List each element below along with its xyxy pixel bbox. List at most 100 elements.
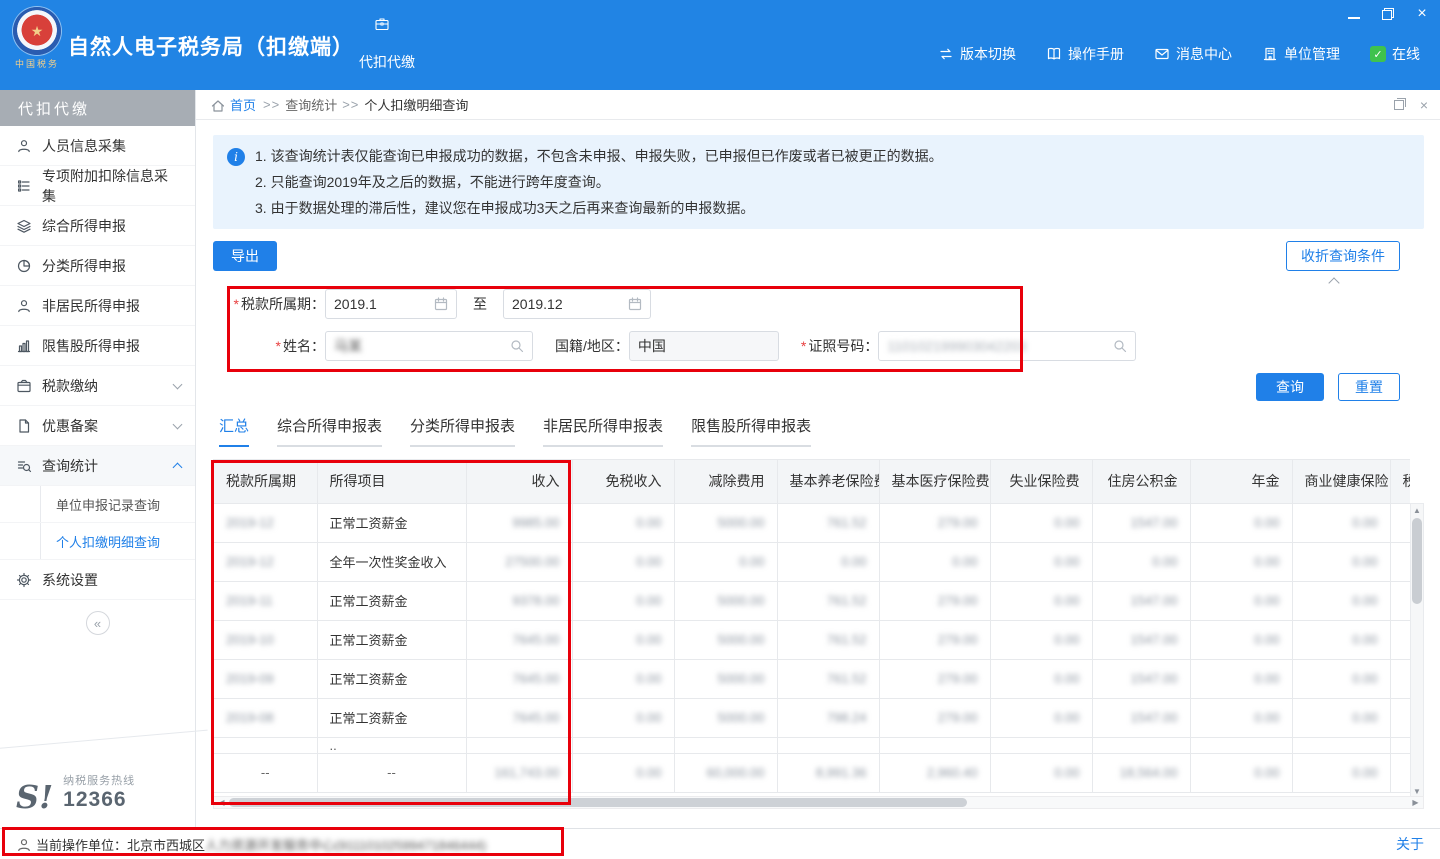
page-close-icon[interactable] — [1420, 97, 1428, 113]
breadcrumb-section[interactable]: 查询统计 — [285, 95, 337, 114]
nationality-input[interactable]: 中国 — [629, 331, 779, 361]
cell-amount: 0.00 — [1292, 542, 1390, 581]
online-status[interactable]: 在线 — [1370, 44, 1420, 64]
table-row[interactable]: 2019-09正常工资薪金7645.000.005000.00761.52279… — [214, 659, 1410, 698]
vertical-scroll-thumb[interactable] — [1412, 518, 1422, 604]
sidebar-item-nonresident-income[interactable]: 非居民所得申报 — [0, 286, 195, 326]
cell-amount: 7645.00 — [466, 659, 572, 698]
sidebar-item-preferential-filing[interactable]: 优惠备案 — [0, 406, 195, 446]
cell-amount: 0.00 — [990, 620, 1092, 659]
vertical-scrollbar[interactable]: ▲ ▼ — [1410, 503, 1424, 799]
online-check-icon — [1370, 46, 1386, 62]
cell-amount: 279.00 — [879, 698, 990, 737]
menu-operation-manual[interactable]: 操作手册 — [1046, 44, 1124, 64]
nationality-label: 国籍/地区： — [555, 336, 629, 356]
window-controls — [1346, 4, 1430, 24]
sidebar-item-label: 专项附加扣除信息采集 — [42, 166, 181, 206]
cell-period: 2019-12 — [214, 503, 317, 542]
to-label: 至 — [473, 294, 487, 314]
menu-version-switch[interactable]: 版本切换 — [938, 44, 1016, 64]
period-end-value: 2019.12 — [512, 296, 563, 312]
toolbar: 导出 收折查询条件 — [213, 241, 1424, 271]
column-header-cell: 所得项目 — [317, 460, 466, 503]
period-start-value: 2019.1 — [334, 296, 377, 312]
table-row[interactable]: 2019-10正常工资薪金7645.000.005000.00761.52279… — [214, 620, 1410, 659]
reset-button[interactable]: 重置 — [1338, 373, 1400, 401]
sidebar-item-special-deduction[interactable]: 专项附加扣除信息采集 — [0, 166, 195, 206]
sidebar-item-query-statistics[interactable]: 查询统计 — [0, 446, 195, 486]
cell-amount: 0.00 — [572, 698, 674, 737]
cell-amount: 761.52 — [777, 503, 879, 542]
menu-label: 版本切换 — [960, 44, 1016, 64]
restore-button[interactable] — [1380, 6, 1396, 22]
scroll-up-arrow[interactable]: ▲ — [1413, 504, 1421, 517]
id-number-input[interactable]: 110102199903042203 — [878, 331, 1136, 361]
chevron-down-icon — [173, 419, 183, 429]
horizontal-scrollbar[interactable]: ◀ ▶ — [213, 796, 1424, 809]
tab-summary[interactable]: 汇总 — [219, 415, 249, 447]
table-row[interactable]: 2019-08正常工资薪金7645.000.005000.00798.24279… — [214, 698, 1410, 737]
horizontal-scroll-thumb[interactable] — [229, 798, 967, 807]
sidebar-item-unit-declare-query[interactable]: 单位申报记录查询 — [0, 486, 195, 523]
cell-amount: 7645.00 — [466, 620, 572, 659]
current-unit-label: 当前操作单位： — [36, 835, 127, 854]
tab-comprehensive-income-form[interactable]: 综合所得申报表 — [277, 415, 382, 447]
sidebar-item-restricted-stock[interactable]: 限售股所得申报 — [0, 326, 195, 366]
column-header-cell: 收入 — [466, 460, 572, 503]
cell-income-item: 正常工资薪金 — [317, 659, 466, 698]
search-button[interactable]: 查询 — [1256, 373, 1324, 401]
sidebar-collapse-button[interactable] — [86, 611, 110, 635]
scroll-left-arrow[interactable]: ◀ — [215, 797, 228, 808]
table-row[interactable]: 2019-12全年一次性奖金收入27500.000.000.000.000.00… — [214, 542, 1410, 581]
collapse-query-button[interactable]: 收折查询条件 — [1286, 241, 1400, 271]
column-header-cell: 失业保险费 — [990, 460, 1092, 503]
app-logo: 中国税务 — [8, 7, 66, 70]
sidebar-item-comprehensive-income[interactable]: 综合所得申报 — [0, 206, 195, 246]
search-icon[interactable] — [509, 338, 525, 354]
sidebar-item-personal-withholding-query[interactable]: 个人扣缴明细查询 — [0, 523, 195, 560]
tab-restricted-stock-form[interactable]: 限售股所得申报表 — [691, 415, 811, 447]
query-form-row-period: 税款所属期： 2019.1 至 2019.12 — [213, 289, 1424, 319]
tab-classified-income-form[interactable]: 分类所得申报表 — [410, 415, 515, 447]
result-tabs: 汇总 综合所得申报表 分类所得申报表 非居民所得申报表 限售股所得申报表 — [213, 415, 1424, 447]
breadcrumb-home[interactable]: 首页 — [230, 95, 256, 114]
tab-nonresident-income-form[interactable]: 非居民所得申报表 — [543, 415, 663, 447]
column-header-cell: 减除费用 — [674, 460, 777, 503]
sidebar-item-classified-income[interactable]: 分类所得申报 — [0, 246, 195, 286]
chevron-up-icon — [1328, 277, 1339, 288]
table-row[interactable]: 2019-12正常工资薪金9985.000.005000.00761.52279… — [214, 503, 1410, 542]
period-start-input[interactable]: 2019.1 — [325, 289, 457, 319]
minimize-button[interactable] — [1346, 6, 1362, 22]
cell-amount: 5000.00 — [674, 503, 777, 542]
tab-withholding-module[interactable]: 代扣代缴 — [352, 16, 422, 72]
calendar-icon[interactable] — [627, 296, 643, 312]
id-number-label: 证照号码： — [801, 336, 878, 356]
cell-amount: 0.00 — [674, 542, 777, 581]
search-icon[interactable] — [1112, 338, 1128, 354]
period-label: 税款所属期： — [213, 294, 325, 314]
menu-message-center[interactable]: 消息中心 — [1154, 44, 1232, 64]
close-button[interactable] — [1414, 6, 1430, 22]
breadcrumb-current: 个人扣缴明细查询 — [364, 95, 468, 114]
pie-chart-icon — [16, 258, 32, 274]
page-restore-icon[interactable] — [1394, 100, 1404, 110]
current-unit-detail: 人力资源开发服务中心(91110102599471846444) — [205, 835, 486, 854]
sidebar-item-system-settings[interactable]: 系统设置 — [0, 560, 195, 600]
sidebar-item-tax-payment[interactable]: 税款缴纳 — [0, 366, 195, 406]
wallet-icon — [16, 378, 32, 394]
sidebar-item-personnel-info[interactable]: 人员信息采集 — [0, 126, 195, 166]
period-end-input[interactable]: 2019.12 — [503, 289, 651, 319]
table-row[interactable]: 2019-11正常工资薪金9378.000.005000.00761.52279… — [214, 581, 1410, 620]
calendar-icon[interactable] — [433, 296, 449, 312]
name-input[interactable]: 马某 — [325, 331, 533, 361]
sidebar-title: 代扣代缴 — [0, 90, 195, 126]
menu-unit-management[interactable]: 单位管理 — [1262, 44, 1340, 64]
hotline-number: 12366 — [63, 788, 135, 812]
chevron-up-icon — [173, 462, 183, 472]
column-header-cell: 税款所属期 — [214, 460, 317, 503]
about-link[interactable]: 关于 — [1396, 834, 1424, 854]
scroll-right-arrow[interactable]: ▶ — [1409, 797, 1422, 808]
cell-amount: 9985.00 — [466, 503, 572, 542]
cell-amount: 0.00 — [990, 753, 1092, 792]
export-button[interactable]: 导出 — [213, 241, 277, 271]
